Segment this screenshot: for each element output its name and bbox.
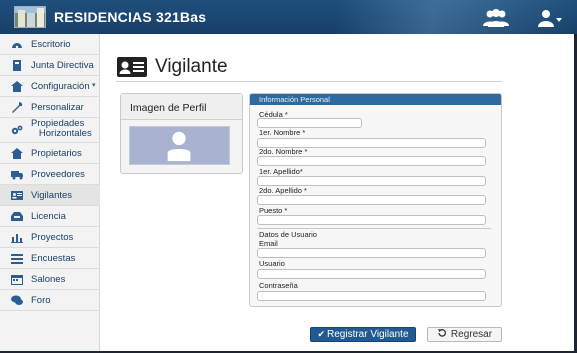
- home-icon: [11, 148, 23, 159]
- nombre2-label: 2do. Nombre *: [259, 147, 308, 156]
- sidebar-item-encuestas[interactable]: Encuestas: [0, 248, 100, 269]
- sidebar-item-junta-directiva[interactable]: Junta Directiva: [0, 55, 100, 76]
- undo-icon: [437, 329, 446, 337]
- profile-card-header: Imagen de Perfil: [121, 94, 242, 120]
- email-field[interactable]: [257, 248, 486, 258]
- first-surname-field[interactable]: [257, 176, 486, 186]
- register-label: Registrar Vigilante: [327, 329, 409, 340]
- sidebar-item-vigilantes[interactable]: Vigilantes: [0, 185, 100, 206]
- sidebar-item-foro[interactable]: Foro: [0, 290, 100, 311]
- sidebar-item-label: Proyectos: [31, 232, 74, 243]
- check-icon: ✔: [317, 329, 325, 339]
- nombre1-label: 1er. Nombre *: [259, 128, 306, 137]
- sidebar-item-salones[interactable]: Salones: [0, 269, 100, 290]
- sidebar-item-label: Salones: [31, 274, 66, 285]
- chat-icon: [11, 295, 23, 305]
- back-button[interactable]: Regresar: [427, 327, 502, 342]
- inbox-icon: [11, 212, 23, 221]
- user-silhouette-icon: [167, 131, 191, 162]
- sidebar: Escritorio Junta Directiva Configuración…: [0, 34, 100, 353]
- sidebar-item-escritorio[interactable]: Escritorio: [0, 34, 100, 55]
- gears-icon: [11, 125, 23, 135]
- user-menu-icon[interactable]: [538, 9, 562, 27]
- sidebar-item-label: Propietarios: [31, 148, 82, 159]
- sidebar-item-label: Personalizar: [31, 102, 84, 113]
- chevron-down-icon: ▾: [92, 82, 96, 89]
- second-name-field[interactable]: [257, 156, 486, 166]
- sidebar-item-propiedades-horizontales[interactable]: Propiedades Horizontales: [0, 118, 100, 143]
- bar-chart-icon: [11, 234, 23, 243]
- apellido1-label: 1er. Apellido*: [259, 167, 303, 176]
- legend-label: Información Personal: [259, 95, 330, 104]
- sidebar-item-label: Configuración: [31, 81, 90, 92]
- building-logo-icon: [14, 6, 46, 28]
- app-window: RESIDENCIAS 321Bas Escritorio Junta Dire…: [0, 0, 577, 353]
- calendar-icon: [11, 275, 23, 285]
- back-label: Regresar: [450, 329, 493, 340]
- password-field[interactable]: [257, 291, 486, 301]
- sidebar-item-configuracion[interactable]: Configuración ▾: [0, 76, 100, 97]
- profile-image-card: Imagen de Perfil: [120, 93, 243, 174]
- email-label: Email: [259, 239, 278, 248]
- sidebar-item-label: Encuestas: [31, 253, 76, 264]
- wrench-icon: [12, 102, 23, 113]
- profile-card-title: Imagen de Perfil: [130, 102, 207, 114]
- sidebar-item-label: Proveedores: [31, 169, 85, 180]
- page-title: Vigilante: [155, 56, 228, 77]
- sidebar-item-label: Propiedades Horizontales: [31, 118, 92, 139]
- sidebar-item-label: Licencia: [31, 211, 66, 222]
- sidebar-item-personalizar[interactable]: Personalizar: [0, 97, 100, 118]
- sidebar-item-licencia[interactable]: Licencia: [0, 206, 100, 227]
- home-icon: [11, 81, 23, 92]
- top-bar: RESIDENCIAS 321Bas: [0, 0, 577, 34]
- sidebar-item-label: Junta Directiva: [31, 60, 94, 71]
- usuario-label: Usuario: [259, 259, 285, 268]
- register-guard-button[interactable]: ✔ Registrar Vigilante: [310, 327, 416, 342]
- contrasena-label: Contraseña: [259, 281, 298, 290]
- list-icon: [11, 254, 23, 264]
- id-card-icon: [117, 57, 147, 77]
- username-field[interactable]: [257, 269, 486, 279]
- puesto-label: Puesto *: [259, 206, 288, 215]
- position-field[interactable]: [257, 215, 486, 225]
- book-icon: [13, 60, 21, 71]
- section-divider: [257, 228, 491, 229]
- users-icon[interactable]: [482, 9, 510, 27]
- app-title: RESIDENCIAS 321Bas: [54, 9, 207, 25]
- sidebar-item-proyectos[interactable]: Proyectos: [0, 227, 100, 248]
- dashboard-icon: [12, 43, 22, 49]
- user-data-heading: Datos de Usuario: [259, 230, 317, 239]
- title-divider: [116, 81, 502, 82]
- sidebar-item-label: Escritorio: [31, 39, 71, 50]
- sidebar-item-label: Vigilantes: [31, 190, 73, 201]
- sidebar-item-label: Foro: [31, 295, 51, 306]
- personal-info-legend: Información Personal: [250, 94, 501, 105]
- apellido2-label: 2do. Apellido *: [259, 186, 307, 195]
- sidebar-item-propietarios[interactable]: Propietarios: [0, 143, 100, 164]
- id-card-icon: [11, 191, 23, 200]
- second-surname-field[interactable]: [257, 195, 486, 205]
- sidebar-item-proveedores[interactable]: Proveedores: [0, 164, 100, 185]
- avatar[interactable]: [129, 126, 230, 165]
- cedula-field[interactable]: [257, 118, 362, 128]
- truck-icon: [11, 171, 23, 180]
